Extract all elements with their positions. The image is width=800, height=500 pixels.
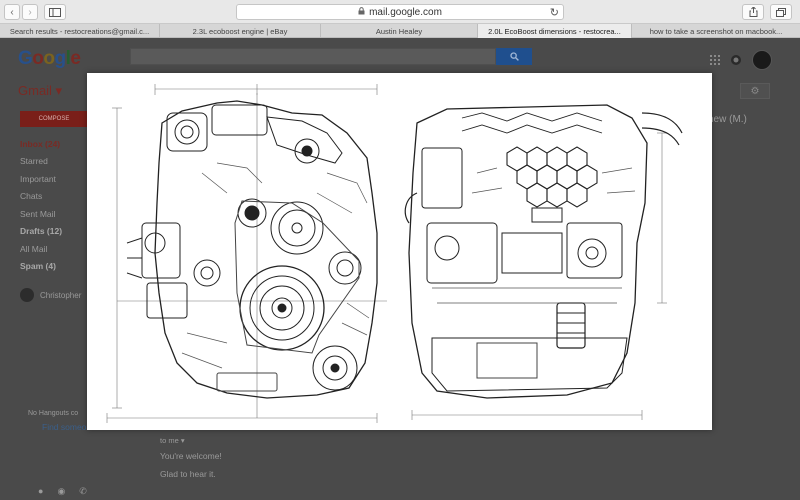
contact-avatar: [20, 288, 34, 302]
nav-important[interactable]: Important: [20, 174, 56, 184]
contact-name: Christopher: [40, 290, 82, 300]
tab-screenshot-howto[interactable]: how to take a screenshot on macbook...: [632, 24, 800, 38]
account-area: [710, 50, 772, 70]
recipient-dropdown[interactable]: to me ▾: [160, 436, 185, 445]
tabs-overview-button[interactable]: [770, 4, 792, 20]
tab-label: 2.0L EcoBoost dimensions - restocrea...: [488, 26, 621, 36]
tab-label: Search results - restocreations@gmail.c.…: [9, 26, 150, 36]
forward-button[interactable]: ›: [22, 4, 38, 20]
nav-sent-mail[interactable]: Sent Mail: [20, 209, 55, 219]
settings-button[interactable]: ⚙: [740, 83, 770, 99]
chevron-right-icon: ›: [28, 6, 32, 18]
tab-label: 2.3L ecoboost engine | eBay: [192, 26, 288, 36]
browser-toolbar: ‹ › mail.google.com ↻: [0, 0, 800, 24]
message-line-2: Glad to hear it.: [160, 469, 216, 479]
tab-bar: Search results - restocreations@gmail.c.…: [0, 24, 800, 38]
tab-austin-healey[interactable]: Austin Healey: [321, 24, 478, 38]
chevron-left-icon: ‹: [10, 6, 14, 18]
search-icon: [509, 52, 519, 61]
mail-search-button[interactable]: [496, 48, 532, 65]
hangouts-icon[interactable]: ◉: [57, 486, 65, 497]
apps-grid-icon[interactable]: [710, 55, 720, 65]
tab-label: Austin Healey: [375, 26, 423, 36]
tab-search-results[interactable]: Search results - restocreations@gmail.c.…: [0, 24, 160, 38]
nav-starred[interactable]: Starred: [20, 156, 48, 166]
account-avatar[interactable]: [752, 50, 772, 70]
reload-icon[interactable]: ↻: [550, 6, 559, 19]
tab-ebay[interactable]: 2.3L ecoboost engine | eBay: [160, 24, 321, 38]
address-bar[interactable]: mail.google.com ↻: [236, 4, 564, 20]
tab-label: how to take a screenshot on macbook...: [649, 26, 783, 36]
url-text: mail.google.com: [369, 6, 442, 18]
sidebar-toggle-button[interactable]: [44, 4, 66, 20]
lock-icon: [358, 6, 365, 18]
nav-chats[interactable]: Chats: [20, 191, 42, 201]
phone-icon[interactable]: ✆: [79, 486, 87, 497]
nav-all-mail[interactable]: All Mail: [20, 244, 47, 254]
engine-dimension-drawing: [106, 84, 683, 423]
share-button[interactable]: [742, 4, 764, 20]
compose-button[interactable]: COMPOSE: [20, 111, 88, 127]
sender-name: hew (M.): [708, 114, 747, 125]
gmail-app-label[interactable]: Gmail ▾: [18, 83, 62, 99]
nav-spam[interactable]: Spam (4): [20, 261, 56, 271]
gear-icon: ⚙: [750, 85, 760, 97]
hangouts-notice: No Hangouts co: [28, 410, 79, 417]
back-button[interactable]: ‹: [4, 4, 20, 20]
hangouts-contact[interactable]: Christopher: [20, 288, 81, 302]
hangouts-footer: ● ◉ ✆: [38, 486, 87, 497]
message-line-1: You're welcome!: [160, 451, 222, 461]
sidebar-icon: [49, 7, 61, 17]
nav-inbox[interactable]: Inbox (24): [20, 139, 60, 149]
person-icon[interactable]: ●: [38, 486, 43, 497]
notifications-icon[interactable]: [730, 54, 742, 66]
mail-search-input[interactable]: [130, 48, 496, 65]
nav-drafts[interactable]: Drafts (12): [20, 226, 62, 236]
image-viewer: [87, 73, 712, 430]
share-icon: [749, 7, 757, 17]
google-logo[interactable]: Google: [18, 48, 81, 70]
tabs-icon: [776, 7, 786, 17]
tab-ecoboost-dimensions[interactable]: 2.0L EcoBoost dimensions - restocrea...: [478, 24, 632, 38]
